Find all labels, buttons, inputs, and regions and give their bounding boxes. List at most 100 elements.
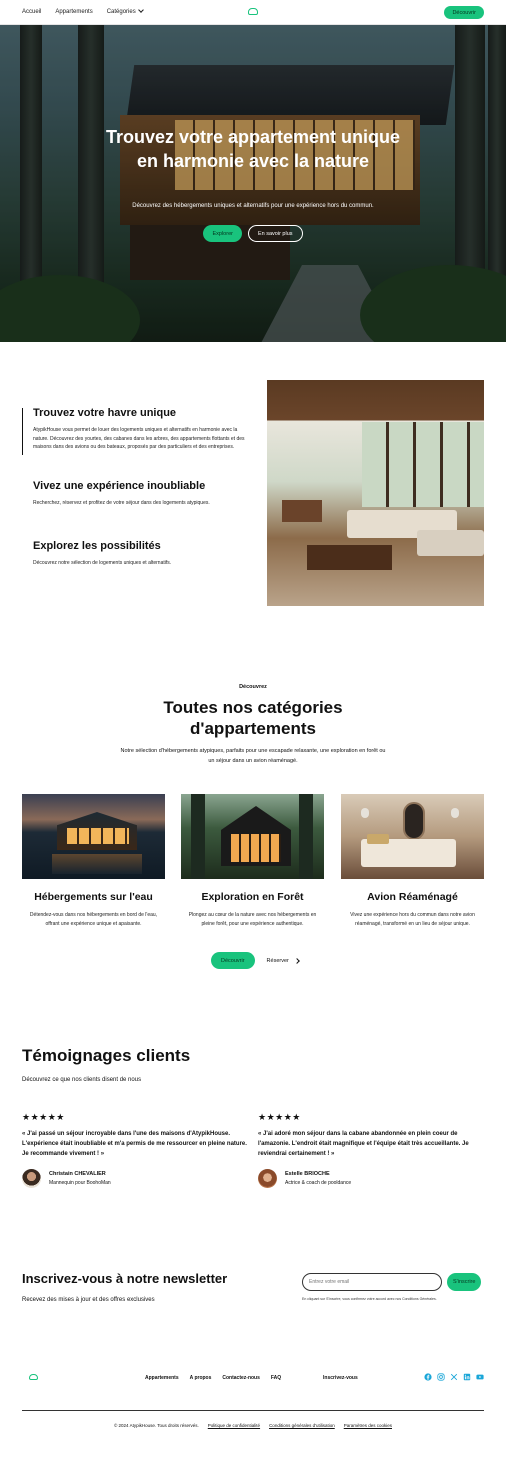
category-title: Hébergements sur l'eau xyxy=(34,891,153,903)
category-title: Avion Réaménagé xyxy=(367,891,458,903)
nav-link-appartements[interactable]: Appartements xyxy=(55,9,92,15)
testimonial-card: ★★★★★ « J'ai adoré mon séjour dans la ca… xyxy=(258,1112,484,1188)
room-table xyxy=(307,545,392,570)
copyright-text: © 2024 AtypikHouse. Tous droits réservés… xyxy=(113,1423,199,1428)
category-text: Vivez une expérience hors du commun dans… xyxy=(350,912,475,927)
author-role: Mannequin pour BoohoMan xyxy=(49,1180,111,1186)
footer-links: Appartements A propos Contactez-nous FAQ xyxy=(145,1375,281,1381)
plane-pillow xyxy=(367,834,389,844)
footer-link-contact[interactable]: Contactez-nous xyxy=(222,1375,260,1381)
terms-link[interactable]: Conditions générales d'utilisation xyxy=(269,1423,335,1428)
top-navbar: Accueil Appartements Catégories Découvri… xyxy=(0,0,506,25)
categories-buttons: Découvrir Réserver xyxy=(211,952,300,969)
subscribe-button[interactable]: S'inscrire xyxy=(447,1273,482,1291)
water-reflection xyxy=(52,854,142,874)
forest-house-windows xyxy=(231,834,281,862)
feature-item[interactable]: Trouvez votre havre unique AtypikHouse v… xyxy=(33,407,247,452)
category-text: Détendez-vous dans nos hébergements en b… xyxy=(29,912,158,927)
nav-link-accueil[interactable]: Accueil xyxy=(22,9,41,15)
room-sofa xyxy=(417,530,484,556)
discover-button[interactable]: Découvrir xyxy=(211,952,255,969)
tree-trunk xyxy=(299,794,313,879)
plane-window xyxy=(451,808,459,818)
nav-link-categories[interactable]: Catégories xyxy=(107,9,136,15)
footer-link-faq[interactable]: FAQ xyxy=(271,1375,281,1381)
newsletter-subtitle: Recevez des mises à jour et des offres e… xyxy=(22,1297,155,1303)
chevron-down-icon xyxy=(137,7,144,13)
facebook-icon[interactable] xyxy=(424,1373,432,1381)
testimonial-author: Estelle BRIOCHE Actrice & coach de poold… xyxy=(258,1169,484,1188)
cabin-windows xyxy=(67,828,129,844)
categories-eyebrow: Découvrez xyxy=(239,684,267,690)
chevron-right-icon xyxy=(294,957,300,964)
author-name: Christain CHEVALIER xyxy=(49,1171,106,1177)
explore-button[interactable]: Explorer xyxy=(203,225,242,242)
feature-title: Trouvez votre havre unique xyxy=(33,407,177,419)
avatar xyxy=(258,1169,277,1188)
category-title: Exploration en Forêt xyxy=(201,891,304,903)
book-link-label: Réserver xyxy=(266,957,289,964)
star-rating: ★★★★★ xyxy=(258,1112,301,1122)
room-table xyxy=(282,500,322,522)
testimonial-quote: « J'ai adoré mon séjour dans la cabane a… xyxy=(258,1131,469,1157)
logo-icon[interactable] xyxy=(248,8,258,15)
room-window xyxy=(362,422,484,507)
newsletter-terms-note: En cliquant sur S'inscrire, vous confirm… xyxy=(302,1297,437,1301)
plane-window xyxy=(403,802,425,840)
categories-title: Toutes nos catégories d'appartements xyxy=(163,698,343,738)
footer-logo-icon[interactable] xyxy=(29,1374,38,1380)
testimonials-title: Témoignages clients xyxy=(22,1046,191,1065)
category-card-forest[interactable]: Exploration en Forêt Plongez au cœur de … xyxy=(181,794,324,929)
footer-link-appartements[interactable]: Appartements xyxy=(145,1375,179,1381)
footer-divider xyxy=(22,1410,484,1411)
categories-subtitle: Notre sélection d'hébergements atypiques… xyxy=(120,748,386,764)
nav-links: Accueil Appartements Catégories xyxy=(22,7,144,15)
testimonial-quote: « J'ai passé un séjour incroyable dans l… xyxy=(22,1131,247,1157)
testimonial-author: Christain CHEVALIER Mannequin pour Booho… xyxy=(22,1169,248,1188)
feature-title: Vivez une expérience inoubliable xyxy=(33,480,206,492)
hero-overlay xyxy=(0,25,506,342)
testimonials-subtitle: Découvrez ce que nos clients disent de n… xyxy=(22,1077,142,1083)
footer-bottom: © 2024 AtypikHouse. Tous droits réservés… xyxy=(0,1423,506,1428)
cookie-settings-link[interactable]: Paramètres des cookies xyxy=(344,1423,392,1428)
x-icon[interactable] xyxy=(450,1373,458,1381)
feature-title: Explorez les possibilités xyxy=(33,540,161,552)
tree-trunk xyxy=(191,794,205,879)
nav-dropdown-categories[interactable]: Catégories xyxy=(107,7,144,15)
feature-text: Recherchez, réservez et profitez de votr… xyxy=(33,500,210,506)
footer-subscribe-link[interactable]: Inscrivez-vous xyxy=(323,1375,358,1381)
category-image-water xyxy=(22,794,165,879)
living-room-image xyxy=(267,380,484,606)
social-links xyxy=(424,1373,484,1381)
feature-text: Découvrez notre sélection de logements u… xyxy=(33,560,172,566)
category-text: Plongez au cœur de la nature avec nos hé… xyxy=(188,912,317,927)
linkedin-icon[interactable] xyxy=(463,1373,471,1381)
category-card-plane[interactable]: Avion Réaménagé Vivez une expérience hor… xyxy=(341,794,484,929)
book-link[interactable]: Réserver xyxy=(266,957,300,964)
category-card-water[interactable]: Hébergements sur l'eau Détendez-vous dan… xyxy=(22,794,165,929)
avatar xyxy=(22,1169,41,1188)
feature-active-indicator xyxy=(22,408,23,455)
author-name: Estelle BRIOCHE xyxy=(285,1171,330,1177)
footer-link-a-propos[interactable]: A propos xyxy=(190,1375,212,1381)
category-image-plane xyxy=(341,794,484,879)
newsletter-title: Inscrivez-vous à notre newsletter xyxy=(22,1271,228,1286)
testimonial-card: ★★★★★ « J'ai passé un séjour incroyable … xyxy=(22,1112,248,1188)
hero-title: Trouvez votre appartement unique en harm… xyxy=(105,127,401,171)
hero-buttons: Explorer En savoir plus xyxy=(0,225,506,242)
hero-subtitle: Découvrez des hébergements uniques et al… xyxy=(132,203,374,209)
nav-discover-button[interactable]: Découvrir xyxy=(444,6,484,19)
feature-item[interactable]: Explorez les possibilités Découvrez notr… xyxy=(33,540,247,568)
feature-text: AtypikHouse vous permet de louer des log… xyxy=(33,427,245,450)
email-input[interactable] xyxy=(302,1273,442,1291)
category-image-forest xyxy=(181,794,324,879)
feature-item[interactable]: Vivez une expérience inoubliable Recherc… xyxy=(33,480,247,508)
hero-section: Trouvez votre appartement unique en harm… xyxy=(0,25,506,342)
youtube-icon[interactable] xyxy=(476,1373,484,1381)
author-role: Actrice & coach de pooldance xyxy=(285,1180,352,1186)
plane-window xyxy=(361,808,369,818)
instagram-icon[interactable] xyxy=(437,1373,445,1381)
star-rating: ★★★★★ xyxy=(22,1112,65,1122)
learn-more-button[interactable]: En savoir plus xyxy=(247,225,303,242)
privacy-policy-link[interactable]: Politique de confidentialité xyxy=(208,1423,260,1428)
